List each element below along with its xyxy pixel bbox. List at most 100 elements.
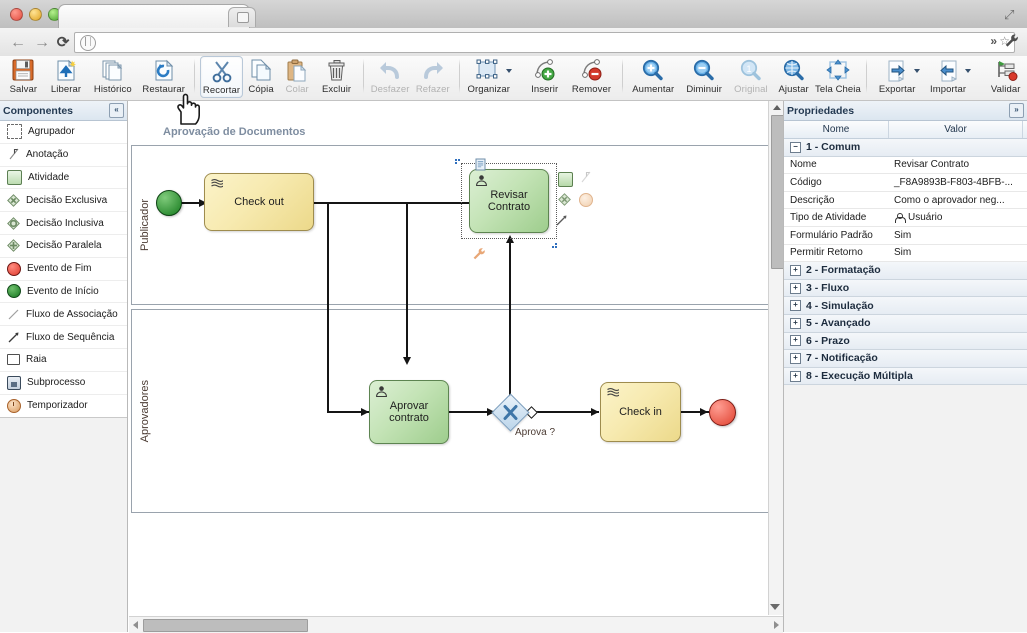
- property-row-formulario-padrao[interactable]: Formulário Padrão Sim: [784, 227, 1027, 245]
- horizontal-scroll-thumb[interactable]: [143, 619, 308, 632]
- group-toggle-icon[interactable]: +: [790, 370, 801, 382]
- toolbar-button-liberar[interactable]: Liberar: [45, 56, 88, 101]
- canvas-horizontal-scrollbar[interactable]: [129, 616, 783, 633]
- toolbar-button-copia[interactable]: Cópia: [243, 56, 279, 101]
- close-window-button[interactable]: [10, 8, 23, 21]
- component-subprocesso[interactable]: Subprocesso: [0, 372, 127, 395]
- group-toggle-icon[interactable]: +: [790, 335, 801, 347]
- component-temporizador[interactable]: Temporizador: [0, 395, 127, 418]
- quick-action-activity-icon[interactable]: [558, 172, 573, 187]
- property-group-fluxo[interactable]: + 3 - Fluxo: [784, 279, 1027, 298]
- group-toggle-icon[interactable]: +: [790, 282, 801, 294]
- property-group-avancado[interactable]: + 5 - Avançado: [784, 314, 1027, 333]
- group-toggle-icon[interactable]: +: [790, 300, 801, 312]
- component-fluxo-de-associacao[interactable]: Fluxo de Associação: [0, 303, 127, 327]
- toolbar-button-recortar[interactable]: Recortar: [199, 56, 244, 98]
- node-end-event[interactable]: [709, 399, 736, 426]
- group-toggle-icon[interactable]: −: [790, 141, 801, 153]
- import-dropdown-caret[interactable]: [964, 69, 971, 73]
- export-dropdown-caret[interactable]: [913, 69, 920, 73]
- property-group-notificacao[interactable]: + 7 - Notificação: [784, 350, 1027, 368]
- quick-action-gateway-icon[interactable]: [558, 193, 571, 206]
- diagram-surface[interactable]: Aprovação de Documentos Publicador Aprov…: [129, 101, 769, 615]
- diagram-canvas[interactable]: Aprovação de Documentos Publicador Aprov…: [129, 101, 783, 632]
- component-anotacao[interactable]: Anotação: [0, 144, 127, 167]
- toolbar-button-colar[interactable]: Colar: [279, 56, 315, 101]
- property-row-tipo-de-atividade[interactable]: Tipo de Atividade Usuário: [784, 209, 1027, 227]
- component-evento-de-fim[interactable]: Evento de Fim: [0, 258, 127, 281]
- scroll-down-arrow[interactable]: [770, 604, 780, 610]
- property-row-permitir-retorno[interactable]: Permitir Retorno Sim: [784, 245, 1027, 263]
- property-row-nome[interactable]: Nome Revisar Contrato: [784, 157, 1027, 175]
- scroll-left-arrow[interactable]: [133, 620, 138, 629]
- toolbar-button-restaurar[interactable]: Restaurar: [138, 56, 189, 101]
- toolbar-button-importar[interactable]: Importar: [923, 56, 974, 101]
- group-toggle-icon[interactable]: +: [790, 317, 801, 329]
- property-group-simulacao[interactable]: + 4 - Simulação: [784, 297, 1027, 315]
- wrench-menu-icon[interactable]: [1004, 33, 1019, 48]
- property-row-descricao[interactable]: Descrição Como o aprovador neg...: [784, 192, 1027, 210]
- toolbar-button-historico[interactable]: Histórico: [87, 56, 138, 101]
- property-group-prazo[interactable]: + 6 - Prazo: [784, 332, 1027, 351]
- property-value[interactable]: _F8A9893B-F803-4BFB-...: [888, 174, 1021, 191]
- address-bar[interactable]: ☆: [74, 32, 1015, 53]
- toolbar-button-ajustar[interactable]: Ajustar: [772, 56, 815, 101]
- component-decisao-exclusiva[interactable]: Decisão Exclusiva: [0, 189, 127, 213]
- toolbar-button-organizar[interactable]: Organizar: [465, 56, 513, 101]
- property-group-comum[interactable]: − 1 - Comum: [784, 139, 1027, 157]
- toolbar-button-exportar[interactable]: Exportar: [872, 56, 923, 101]
- back-icon[interactable]: ←: [9, 34, 27, 52]
- scroll-up-arrow[interactable]: [773, 105, 781, 110]
- toolbar-button-refazer[interactable]: Refazer: [411, 56, 454, 101]
- property-row-codigo[interactable]: Código _F8A9893B-F803-4BFB-...: [784, 174, 1027, 192]
- toolbar-button-diminuir[interactable]: Diminuir: [679, 56, 730, 101]
- reload-icon[interactable]: ⟳: [54, 34, 72, 52]
- property-group-formatacao[interactable]: + 2 - Formatação: [784, 262, 1027, 280]
- window-controls[interactable]: [10, 8, 61, 21]
- component-decisao-inclusiva[interactable]: Decisão Inclusiva: [0, 212, 127, 235]
- group-toggle-icon[interactable]: +: [790, 264, 801, 276]
- selection-handle-tl[interactable]: [455, 159, 460, 164]
- component-evento-de-inicio[interactable]: Evento de Início: [0, 281, 127, 304]
- chevrons-icon[interactable]: »: [990, 34, 997, 48]
- quick-action-annotation-icon[interactable]: [579, 171, 592, 184]
- scroll-right-arrow[interactable]: [774, 620, 779, 629]
- node-check-out[interactable]: Check out: [204, 173, 314, 231]
- property-value[interactable]: Sim: [888, 245, 1021, 262]
- node-check-in[interactable]: Check in: [600, 382, 681, 442]
- property-value[interactable]: Revisar Contrato: [888, 157, 1021, 174]
- organize-dropdown-caret[interactable]: [505, 69, 512, 73]
- toolbar-button-desfazer[interactable]: Desfazer: [369, 56, 412, 101]
- new-tab-button[interactable]: [228, 7, 256, 27]
- toolbar-button-aumentar[interactable]: Aumentar: [628, 56, 679, 101]
- quick-action-settings-icon[interactable]: [472, 247, 486, 261]
- property-group-execucao-multipla[interactable]: + 8 - Execução Múltipla: [784, 367, 1027, 386]
- component-agrupador[interactable]: Agrupador: [0, 121, 127, 144]
- property-value[interactable]: Como o aprovador neg...: [888, 192, 1021, 209]
- toolbar-button-tela-cheia[interactable]: Tela Cheia: [815, 56, 861, 101]
- fullscreen-icon[interactable]: ⤢: [1004, 8, 1018, 21]
- component-decisao-paralela[interactable]: Decisão Paralela: [0, 235, 127, 258]
- quick-action-sequence-flow-icon[interactable]: [555, 214, 568, 227]
- minimize-window-button[interactable]: [29, 8, 42, 21]
- toolbar-button-excluir[interactable]: Excluir: [315, 56, 358, 101]
- node-aprovar-contrato[interactable]: Aprovar contrato: [369, 380, 449, 444]
- collapse-left-panel-button[interactable]: «: [109, 103, 124, 118]
- toolbar-button-original[interactable]: 1 Original: [730, 56, 773, 101]
- toolbar-button-inserir[interactable]: Inserir: [523, 56, 566, 101]
- group-toggle-icon[interactable]: +: [790, 352, 801, 364]
- canvas-vertical-scrollbar[interactable]: [768, 101, 784, 615]
- quick-action-timer-icon[interactable]: [579, 193, 593, 207]
- component-fluxo-de-sequencia[interactable]: Fluxo de Sequência: [0, 326, 127, 349]
- toolbar-button-validar[interactable]: Validar: [984, 56, 1027, 101]
- expand-right-panel-button[interactable]: »: [1009, 103, 1024, 118]
- property-value[interactable]: Sim: [888, 227, 1021, 244]
- browser-tab[interactable]: ✕: [58, 4, 250, 29]
- node-revisar-contrato[interactable]: Revisar Contrato: [469, 169, 549, 233]
- toolbar-button-salvar[interactable]: Salvar: [2, 56, 45, 101]
- toolbar-button-remover[interactable]: Remover: [566, 56, 617, 101]
- forward-icon[interactable]: →: [33, 34, 51, 52]
- component-raia[interactable]: Raia: [0, 349, 127, 372]
- selection-handle-br[interactable]: [552, 243, 557, 248]
- node-start-event[interactable]: [156, 190, 182, 216]
